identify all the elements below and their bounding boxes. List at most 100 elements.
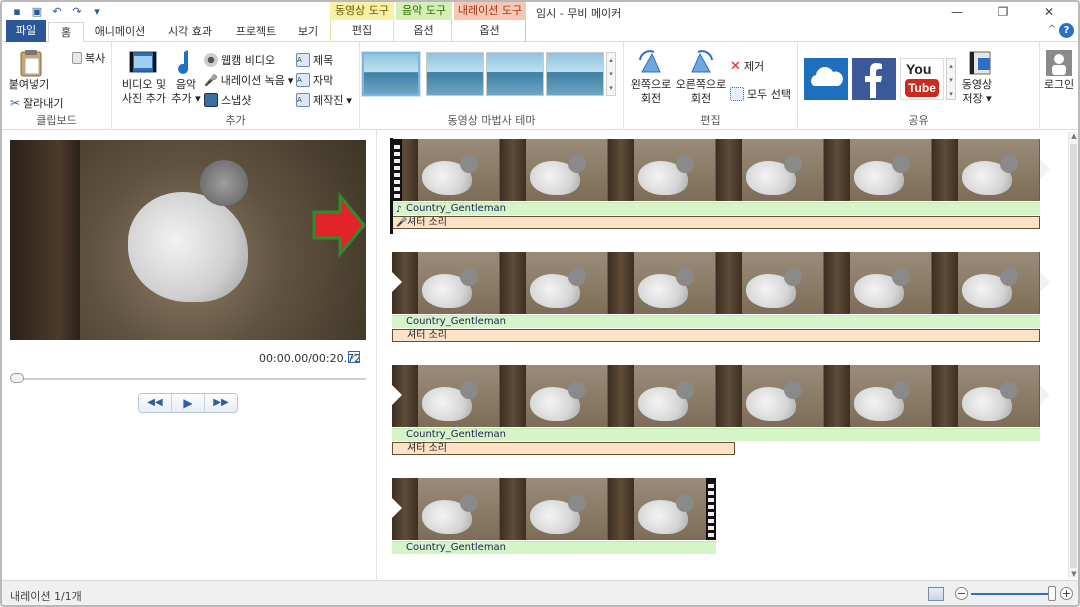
video-clip-row[interactable] (392, 478, 716, 540)
theme-thumbnail-2[interactable] (426, 52, 484, 96)
qat-dropdown-icon[interactable]: ▾ (90, 5, 104, 19)
clip-thumbnail[interactable] (932, 252, 1040, 314)
scroll-down-icon[interactable]: ▼ (1069, 570, 1078, 578)
clip-thumbnail[interactable] (608, 478, 716, 540)
clip-thumbnail[interactable] (500, 365, 608, 427)
tab-project[interactable]: 프로젝트 (228, 22, 284, 42)
pane-divider[interactable] (376, 130, 377, 580)
zoom-in-button[interactable]: + (1060, 587, 1073, 600)
scrollbar-thumb[interactable] (1070, 144, 1077, 568)
clip-thumbnail[interactable] (392, 478, 500, 540)
clip-thumbnail[interactable] (824, 365, 932, 427)
thumbnail-size-icon[interactable] (928, 587, 944, 601)
tab-view[interactable]: 보기 (290, 22, 326, 42)
seek-bar-thumb[interactable] (10, 373, 24, 383)
music-track-bar[interactable]: Country_Gentleman (392, 315, 1040, 328)
close-button[interactable]: ✕ (1026, 4, 1072, 20)
theme-gallery-scroll[interactable]: ▴ ▾ ▾ (606, 52, 616, 96)
video-clip-row[interactable] (392, 252, 1040, 314)
onedrive-button[interactable] (804, 58, 848, 100)
clip-thumbnail[interactable] (932, 365, 1040, 427)
maximize-button[interactable]: ❐ (980, 4, 1026, 20)
music-track-bar[interactable]: Country_Gentleman (392, 202, 1040, 215)
tab-visual-effects[interactable]: 시각 효과 (158, 22, 222, 42)
clip-thumbnail[interactable] (716, 139, 824, 201)
select-all-button[interactable]: 모두 선택 (730, 86, 791, 102)
music-track-bar[interactable]: Country_Gentleman (392, 428, 1040, 441)
video-clip-row[interactable] (392, 365, 1040, 427)
clip-thumbnail[interactable] (608, 252, 716, 314)
previous-frame-button[interactable]: ◀◀ (139, 394, 172, 412)
zoom-slider-thumb[interactable] (1048, 586, 1056, 601)
clip-thumbnail[interactable] (500, 252, 608, 314)
caption-button[interactable]: A 자막 (296, 72, 333, 88)
clip-thumbnail[interactable] (932, 139, 1040, 201)
redo-icon[interactable]: ↷ (70, 5, 84, 19)
clip-thumbnail[interactable] (500, 478, 608, 540)
video-preview[interactable] (10, 140, 366, 340)
webcam-video-button[interactable]: 웹캠 비디오 (204, 52, 275, 68)
clip-thumbnail[interactable] (824, 252, 932, 314)
clip-thumbnail[interactable] (608, 139, 716, 201)
video-clip-row[interactable] (392, 139, 1040, 201)
clip-thumbnail[interactable] (392, 139, 500, 201)
paste-button[interactable]: 붙여넣기 (6, 78, 52, 92)
zoom-slider[interactable] (971, 593, 1053, 595)
tab-music-options[interactable]: 옵션 (396, 20, 452, 42)
copy-button[interactable]: 복사 (72, 50, 105, 66)
playback-controls: ◀◀ ▶ ▶▶ (138, 393, 238, 413)
music-track-bar[interactable]: Country_Gentleman (392, 541, 716, 554)
tab-narration-options[interactable]: 옵션 (454, 20, 526, 42)
add-video-button[interactable]: 비디오 및 사진 추가 (116, 78, 172, 106)
fullscreen-button[interactable]: ↗ (348, 351, 360, 363)
clip-thumbnail[interactable] (500, 139, 608, 201)
tab-edit[interactable]: 편집 (330, 20, 394, 42)
clip-thumbnail[interactable] (716, 365, 824, 427)
webcam-icon (204, 53, 218, 67)
collapse-ribbon-icon[interactable]: ^ (1048, 24, 1056, 35)
minimize-button[interactable]: — (934, 4, 980, 20)
help-icon[interactable]: ? (1059, 23, 1074, 38)
youtube-button[interactable]: You Tube (900, 58, 944, 100)
undo-icon[interactable]: ↶ (50, 5, 64, 19)
clip-thumbnail[interactable] (716, 252, 824, 314)
theme-thumbnail-3[interactable] (486, 52, 544, 96)
playhead[interactable] (390, 138, 393, 234)
snapshot-button[interactable]: 스냅샷 (204, 92, 251, 108)
add-music-button[interactable]: 음악 추가 ▾ (168, 78, 204, 106)
tab-home[interactable]: 홈 (48, 22, 84, 44)
microphone-icon: 🎤 (204, 73, 218, 87)
narration-track-bar[interactable]: 셔터 소리 (392, 329, 1040, 342)
user-icon (1046, 50, 1072, 76)
storyboard-scrollbar[interactable]: ▲ ▼ (1068, 132, 1078, 578)
signin-button[interactable]: 로그인 (1036, 78, 1078, 92)
play-button[interactable]: ▶ (172, 394, 205, 412)
thumb-tree (824, 252, 850, 314)
title-button[interactable]: A 제목 (296, 52, 333, 68)
narration-track-bar[interactable]: 셔터 소리 (392, 442, 735, 455)
theme-thumbnail-4[interactable] (546, 52, 604, 96)
scroll-up-icon[interactable]: ▲ (1069, 132, 1078, 140)
facebook-button[interactable] (852, 58, 896, 100)
narration-track-bar[interactable]: 셔터 소리 (392, 216, 1040, 229)
save-icon[interactable]: ▣ (30, 5, 44, 19)
next-frame-button[interactable]: ▶▶ (205, 394, 237, 412)
clip-thumbnail[interactable] (392, 252, 500, 314)
clip-thumbnail[interactable] (392, 365, 500, 427)
thumb-tree (500, 139, 526, 201)
theme-thumbnail-1[interactable] (362, 52, 420, 96)
credits-button[interactable]: A 제작진 ▾ (296, 92, 352, 108)
save-movie-button[interactable]: 동영상 저장 ▾ (956, 78, 998, 106)
cut-button[interactable]: ✂ 잘라내기 (10, 95, 64, 111)
clip-thumbnail[interactable] (824, 139, 932, 201)
rotate-right-button[interactable]: 오른쪽으로 회전 (674, 78, 728, 106)
share-gallery-scroll[interactable]: ▴ ▾ ▾ (946, 58, 956, 100)
clip-thumbnail[interactable] (608, 365, 716, 427)
seek-bar[interactable] (12, 378, 366, 380)
tab-animation[interactable]: 애니메이션 (88, 22, 152, 42)
rotate-left-button[interactable]: 왼쪽으로 회전 (626, 78, 676, 106)
record-narration-button[interactable]: 🎤 내레이션 녹음 ▾ (204, 72, 293, 88)
tab-file[interactable]: 파일 (6, 20, 46, 42)
zoom-out-button[interactable]: − (955, 587, 968, 600)
remove-button[interactable]: ✕ 제거 (730, 58, 764, 74)
